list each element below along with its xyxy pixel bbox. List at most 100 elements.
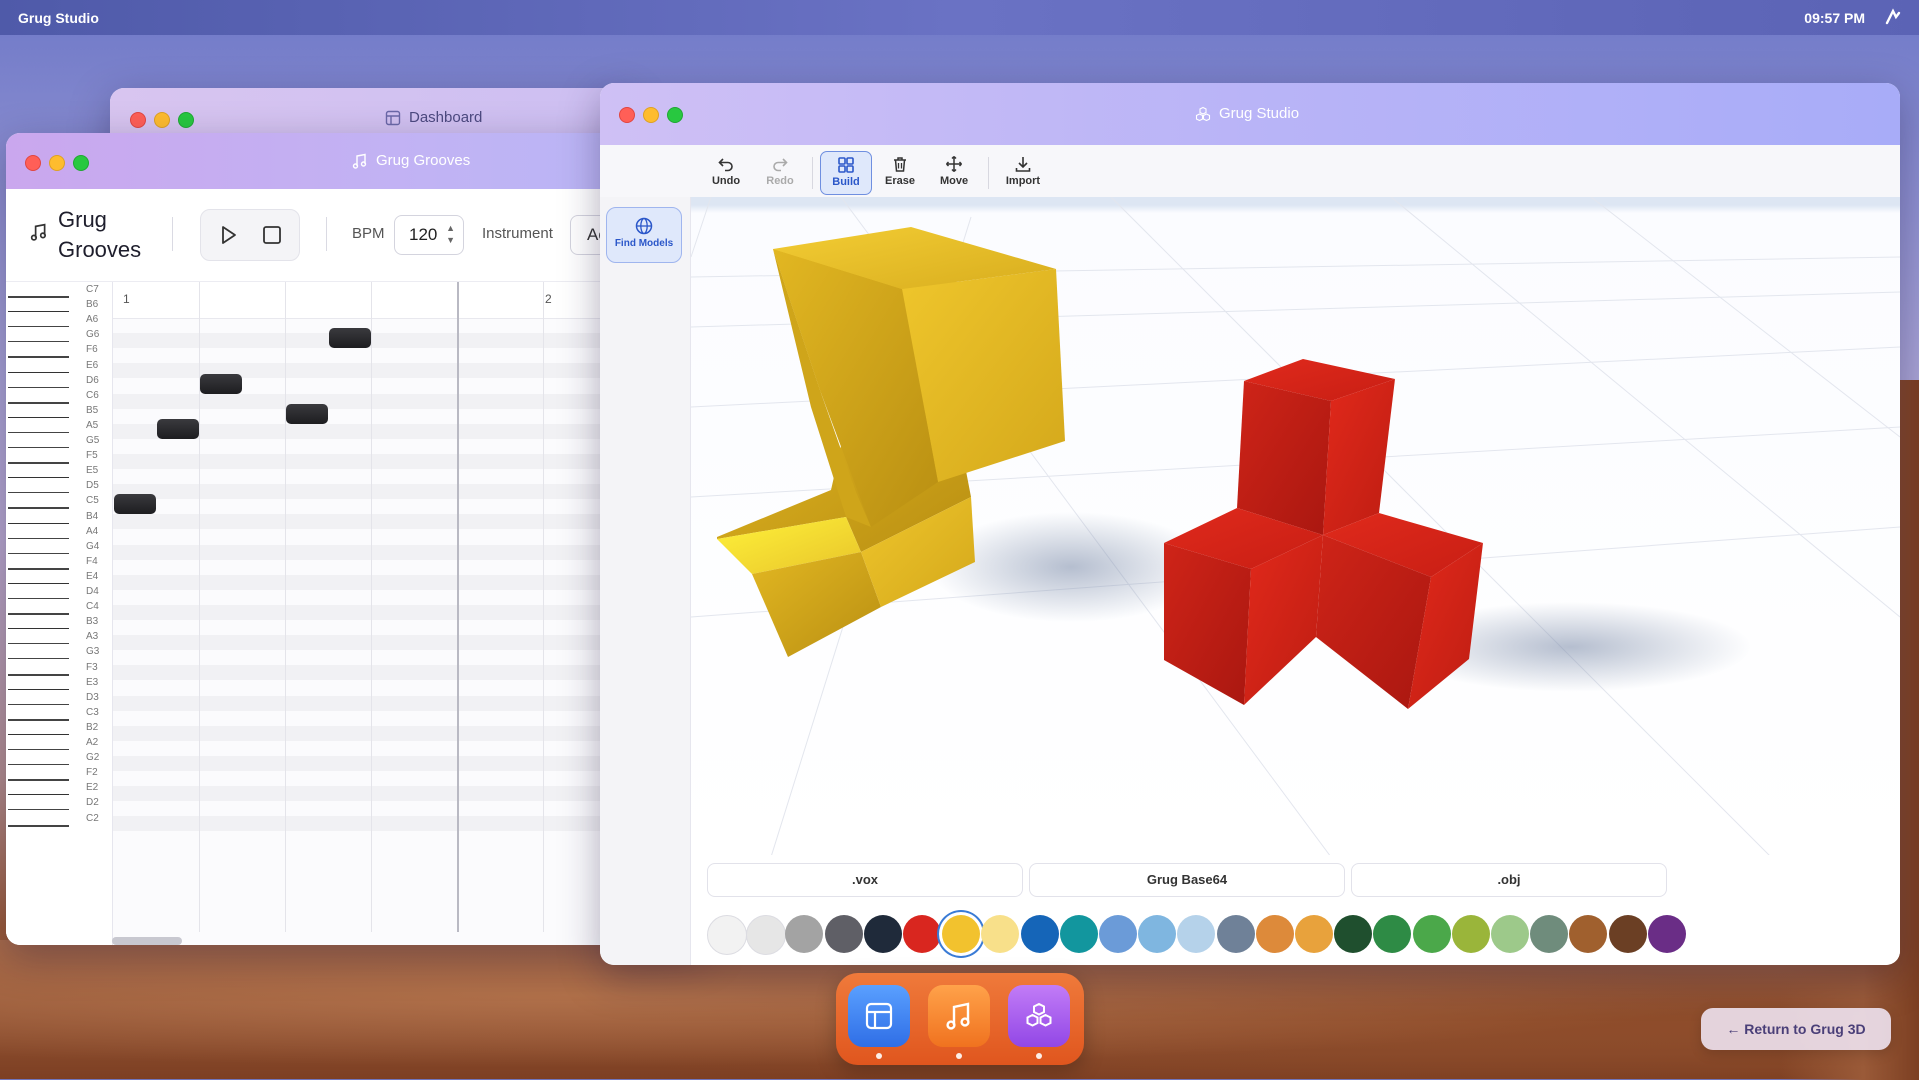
minimize-button[interactable] <box>49 155 65 171</box>
color-swatch[interactable] <box>863 915 902 953</box>
color-swatch[interactable] <box>1373 915 1412 953</box>
piano-key[interactable] <box>8 703 69 705</box>
piano-key[interactable] <box>8 809 69 811</box>
piano-key[interactable] <box>8 311 69 313</box>
import-button[interactable]: Import <box>998 151 1048 193</box>
color-swatch[interactable] <box>1334 915 1373 953</box>
piano-key[interactable] <box>8 386 69 388</box>
piano-key[interactable] <box>8 341 69 343</box>
red-voxel-model[interactable] <box>1164 359 1483 709</box>
piano-key[interactable] <box>8 628 69 630</box>
color-swatch[interactable] <box>1020 915 1059 953</box>
color-swatch[interactable] <box>1216 915 1255 953</box>
color-swatch[interactable] <box>1412 915 1451 953</box>
voxel-scene[interactable] <box>691 197 1900 857</box>
maximize-button[interactable] <box>178 112 194 128</box>
piano-key[interactable] <box>8 718 69 721</box>
piano-key[interactable] <box>8 764 69 766</box>
piano-key[interactable] <box>8 643 69 645</box>
piano-key[interactable] <box>8 296 69 298</box>
piano-keys[interactable]: C7 B6 A6 G6 F6 E6 D6 C6 B5 A5 G5 F5 E5 D5 C5 B4 A4 G4 F4 E4… <box>6 282 113 945</box>
redo-button[interactable]: Redo <box>756 151 804 193</box>
piano-key[interactable] <box>8 794 69 796</box>
piano-key[interactable] <box>8 371 69 373</box>
piano-key[interactable] <box>8 522 69 524</box>
color-swatch[interactable] <box>903 915 941 953</box>
dock-dashboard[interactable] <box>848 985 910 1047</box>
piano-key[interactable] <box>8 431 69 433</box>
color-swatch[interactable] <box>1608 915 1647 953</box>
color-swatch[interactable] <box>1099 915 1137 953</box>
note-block[interactable] <box>329 328 371 349</box>
piano-key[interactable] <box>8 552 69 554</box>
status-icon[interactable] <box>1883 7 1903 27</box>
undo-button[interactable]: Undo <box>702 151 750 193</box>
studio-titlebar[interactable]: Grug Studio <box>600 83 1900 145</box>
color-swatch[interactable] <box>1530 915 1569 953</box>
piano-key[interactable] <box>8 688 69 690</box>
color-swatch[interactable] <box>1569 915 1608 953</box>
piano-key[interactable] <box>8 749 69 750</box>
piano-key[interactable] <box>8 447 69 448</box>
piano-key[interactable] <box>8 401 69 404</box>
return-to-grug-3d-button[interactable]: ← Return to Grug 3D <box>1701 1008 1891 1050</box>
menubar-app-name[interactable]: Grug Studio <box>18 10 99 26</box>
close-button[interactable] <box>25 155 41 171</box>
color-swatch[interactable] <box>1059 915 1098 953</box>
piano-key[interactable] <box>8 733 69 735</box>
piano-key[interactable] <box>8 356 69 359</box>
export-obj-button[interactable]: .obj <box>1351 863 1667 897</box>
color-swatch[interactable] <box>1451 915 1490 953</box>
piano-key[interactable] <box>8 507 69 510</box>
piano-key[interactable] <box>8 824 69 827</box>
piano-key[interactable] <box>8 598 69 599</box>
bpm-value[interactable]: 120 <box>409 225 437 245</box>
close-button[interactable] <box>619 107 635 123</box>
erase-button[interactable]: Erase <box>876 151 924 193</box>
piano-key[interactable] <box>8 582 69 584</box>
color-swatch[interactable] <box>824 915 863 953</box>
find-models-button[interactable]: Find Models <box>606 207 682 263</box>
color-swatch[interactable] <box>1491 915 1529 953</box>
maximize-button[interactable] <box>73 155 89 171</box>
color-swatch[interactable] <box>746 915 787 955</box>
piano-key[interactable] <box>8 658 69 660</box>
piano-key[interactable] <box>8 537 69 539</box>
color-swatch[interactable] <box>1295 915 1333 953</box>
horizontal-scrollbar[interactable] <box>112 937 182 945</box>
maximize-button[interactable] <box>667 107 683 123</box>
piano-key[interactable] <box>8 462 69 465</box>
piano-key[interactable] <box>8 477 69 479</box>
bpm-stepper[interactable]: 120 ▲ ▼ <box>394 215 464 255</box>
color-swatch[interactable] <box>785 915 824 953</box>
color-swatch[interactable] <box>1647 915 1686 953</box>
color-swatch[interactable] <box>981 915 1020 953</box>
stepper-arrows-icon[interactable]: ▲ ▼ <box>446 222 455 246</box>
studio-window[interactable]: Grug Studio Undo Redo Build Erase Move I… <box>600 83 1900 965</box>
note-block[interactable] <box>286 403 328 424</box>
piano-key[interactable] <box>8 416 69 418</box>
minimize-button[interactable] <box>154 112 170 128</box>
3d-viewport[interactable] <box>691 197 1900 857</box>
piano-key[interactable] <box>8 673 69 676</box>
color-swatch[interactable] <box>1138 915 1177 953</box>
piano-key[interactable] <box>8 613 69 616</box>
color-swatch[interactable] <box>1177 915 1216 953</box>
move-button[interactable]: Move <box>930 151 978 193</box>
piano-key[interactable] <box>8 492 69 494</box>
note-block[interactable] <box>200 373 242 394</box>
export-vox-button[interactable]: .vox <box>707 863 1023 897</box>
color-swatch[interactable] <box>707 915 747 955</box>
play-icon[interactable] <box>215 222 241 248</box>
minimize-button[interactable] <box>643 107 659 123</box>
build-button[interactable]: Build <box>820 151 872 195</box>
note-block[interactable] <box>157 418 199 439</box>
export-base64-button[interactable]: Grug Base64 <box>1029 863 1345 897</box>
stop-icon[interactable] <box>259 222 285 248</box>
piano-key[interactable] <box>8 567 69 570</box>
color-swatch[interactable] <box>942 915 981 953</box>
piano-key[interactable] <box>8 326 69 328</box>
note-block[interactable] <box>114 494 156 515</box>
dock-grug-studio[interactable] <box>1008 985 1070 1047</box>
piano-key[interactable] <box>8 779 69 782</box>
